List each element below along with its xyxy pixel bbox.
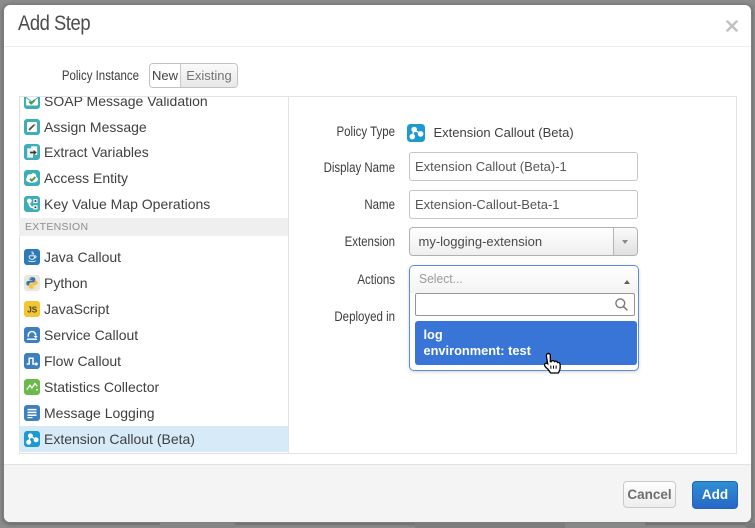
svg-text:JS: JS <box>27 306 38 315</box>
